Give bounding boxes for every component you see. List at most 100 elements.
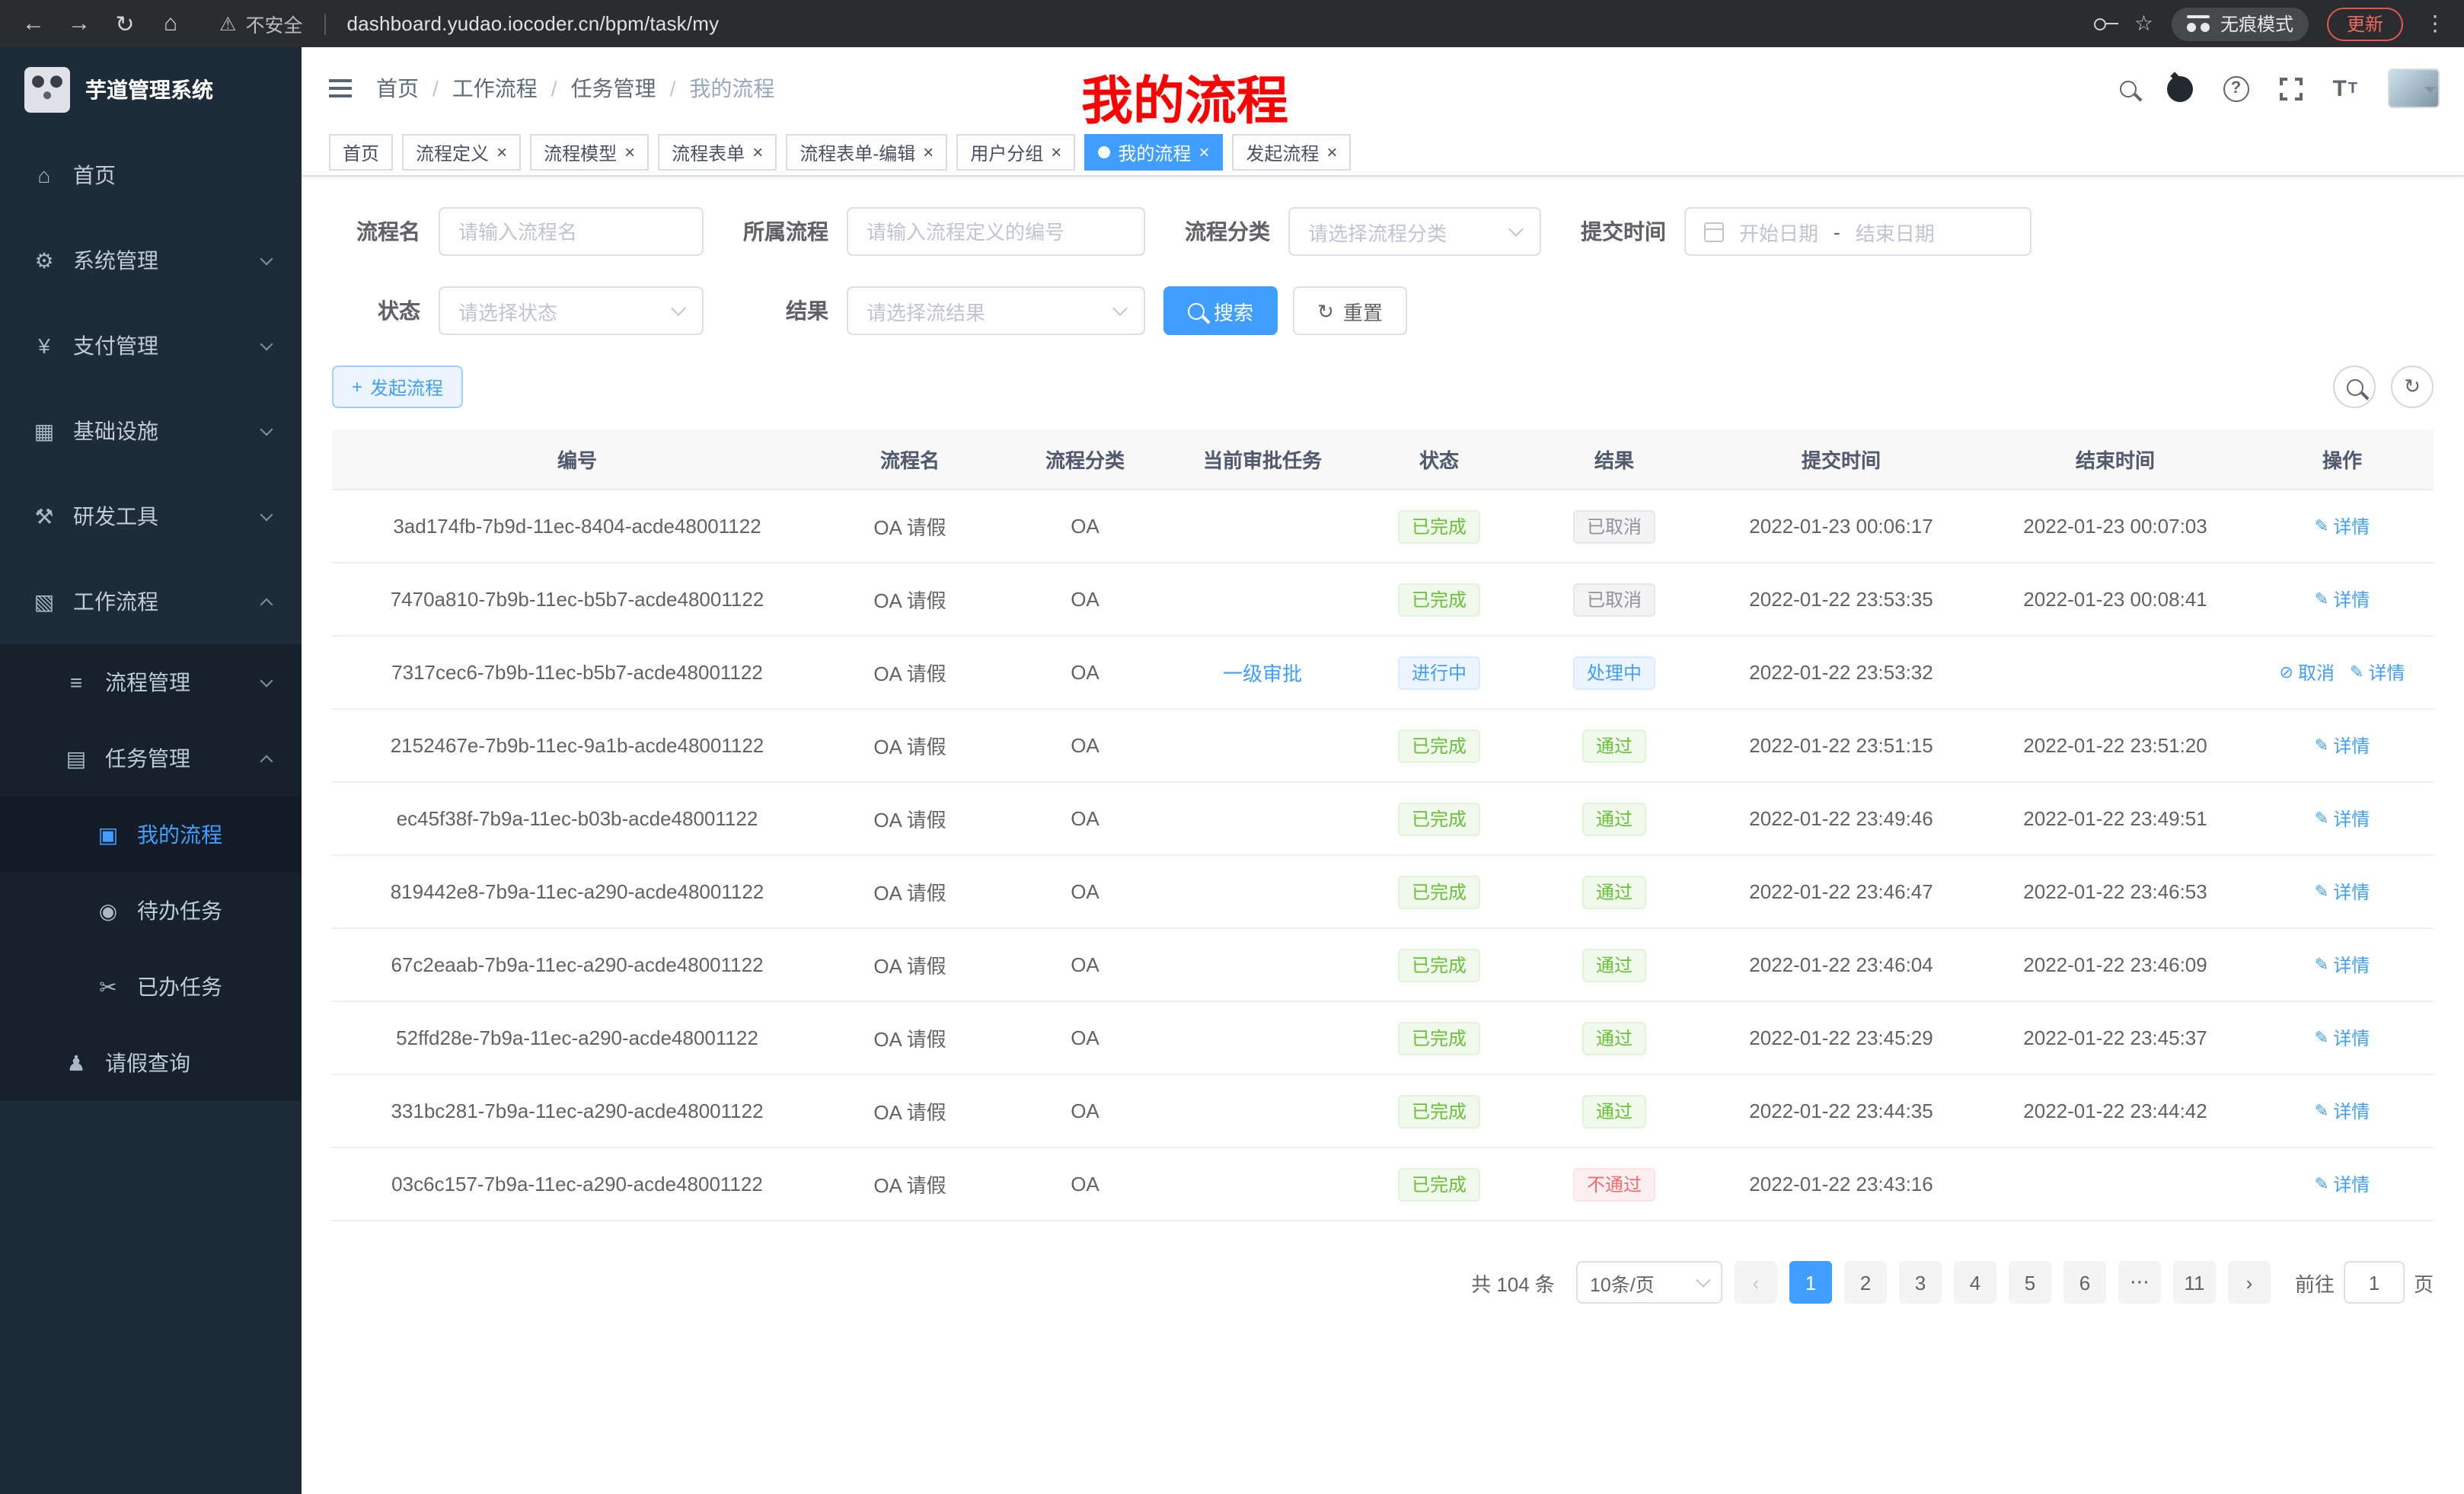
- page-button-6[interactable]: 6: [2063, 1261, 2106, 1304]
- github-icon[interactable]: [2166, 75, 2192, 101]
- search-icon[interactable]: [2119, 80, 2136, 97]
- tab-start-process[interactable]: 发起流程 ×: [1232, 134, 1351, 171]
- status-select[interactable]: 请选择状态: [439, 286, 704, 335]
- reload-icon[interactable]: ↻: [107, 5, 143, 42]
- detail-link[interactable]: ✎详情: [2315, 733, 2370, 758]
- breadcrumb-home[interactable]: 首页: [376, 73, 419, 104]
- sidebar-item-leave-query[interactable]: ♟ 请假查询: [0, 1025, 302, 1101]
- date-range-picker[interactable]: 开始日期 - 结束日期: [1684, 207, 2032, 256]
- goto-label: 前往: [2295, 1268, 2335, 1297]
- close-icon[interactable]: ×: [1198, 143, 1209, 161]
- end-time: 2022-01-22 23:46:53: [1980, 880, 2251, 903]
- edit-icon: ✎: [2315, 736, 2328, 755]
- address-bar[interactable]: dashboard.yudao.iocoder.cn/bpm/task/my: [346, 12, 719, 35]
- goto-page-input[interactable]: [2344, 1261, 2405, 1304]
- breadcrumb-workflow[interactable]: 工作流程: [452, 73, 538, 104]
- result-select[interactable]: 请选择流结果: [847, 286, 1145, 335]
- sidebar-item-task-mgmt[interactable]: ▤ 任务管理: [0, 720, 302, 796]
- home-icon[interactable]: ⌂: [152, 5, 189, 42]
- sidebar-item-payment[interactable]: ¥ 支付管理: [0, 303, 302, 388]
- filter-row-1: 流程名 所属流程 流程分类 请选择流程分类 提交时间 开始日期 - 结束日期: [332, 207, 2434, 256]
- edit-icon: ✎: [2315, 1174, 2328, 1194]
- close-icon[interactable]: ×: [496, 143, 507, 161]
- page-button-4[interactable]: 4: [1954, 1261, 1996, 1304]
- next-page-button[interactable]: ›: [2228, 1261, 2271, 1304]
- browser-menu-icon[interactable]: ⋮: [2421, 11, 2449, 37]
- detail-link[interactable]: ✎详情: [2315, 513, 2370, 539]
- current-task-link[interactable]: 一级审批: [1173, 658, 1352, 687]
- sidebar-item-system[interactable]: ⚙ 系统管理: [0, 218, 302, 303]
- process-id: 3ad174fb-7b9d-11ec-8404-acde48001122: [332, 515, 822, 538]
- refresh-icon[interactable]: ↻: [2391, 366, 2434, 408]
- chat-icon: ▣: [96, 822, 120, 848]
- sidebar-item-home[interactable]: ⌂ 首页: [0, 132, 302, 218]
- hamburger-icon[interactable]: [329, 75, 352, 102]
- close-icon[interactable]: ×: [624, 143, 635, 161]
- help-icon[interactable]: ?: [2223, 75, 2249, 101]
- fontsize-icon[interactable]: TT: [2332, 75, 2357, 101]
- close-icon[interactable]: ×: [752, 143, 763, 161]
- detail-link[interactable]: ✎详情: [2315, 1098, 2370, 1124]
- sidebar-item-devtools[interactable]: ⚒ 研发工具: [0, 474, 302, 559]
- sidebar-item-infra[interactable]: ▦ 基础设施: [0, 388, 302, 474]
- divider: [324, 13, 325, 34]
- page-button-2[interactable]: 2: [1844, 1261, 1887, 1304]
- eye-icon: ◉: [96, 898, 120, 924]
- detail-link[interactable]: ✎详情: [2315, 1171, 2370, 1197]
- tab-process-form-edit[interactable]: 流程表单-编辑 ×: [786, 134, 947, 171]
- page-size-select[interactable]: 10条/页: [1576, 1261, 1722, 1304]
- detail-link[interactable]: ✎详情: [2350, 659, 2405, 685]
- avatar[interactable]: [2388, 69, 2437, 108]
- status-badge: 已完成: [1398, 1167, 1480, 1201]
- bookmark-star-icon[interactable]: ☆: [2134, 11, 2153, 37]
- tab-user-group[interactable]: 用户分组 ×: [956, 134, 1075, 171]
- cancel-link[interactable]: ⊘取消: [2280, 659, 2335, 685]
- sidebar-item-workflow[interactable]: ▧ 工作流程: [0, 559, 302, 644]
- table-row: 7317cec6-7b9b-11ec-b5b7-acde48001122 OA …: [332, 637, 2434, 710]
- detail-link[interactable]: ✎详情: [2315, 586, 2370, 612]
- forward-icon[interactable]: →: [61, 5, 97, 42]
- chevron-down-icon: [1112, 301, 1128, 316]
- prev-page-button[interactable]: ‹: [1735, 1261, 1777, 1304]
- breadcrumb-task-mgmt[interactable]: 任务管理: [571, 73, 656, 104]
- tab-process-definition[interactable]: 流程定义 ×: [402, 134, 521, 171]
- detail-link[interactable]: ✎详情: [2315, 806, 2370, 832]
- page-button-1[interactable]: 1: [1789, 1261, 1832, 1304]
- security-indicator[interactable]: ⚠ 不安全: [219, 9, 302, 38]
- close-icon[interactable]: ×: [923, 143, 934, 161]
- create-process-button[interactable]: + 发起流程: [332, 366, 463, 408]
- end-time: 2022-01-23 00:08:41: [1980, 588, 2251, 611]
- tab-process-form[interactable]: 流程表单 ×: [658, 134, 777, 171]
- sidebar-item-my-process[interactable]: ▣ 我的流程: [0, 796, 302, 873]
- reset-button[interactable]: ↻ 重置: [1293, 286, 1407, 335]
- page-button-3[interactable]: 3: [1899, 1261, 1942, 1304]
- category-select[interactable]: 请选择流程分类: [1288, 207, 1541, 256]
- password-key-icon[interactable]: [2095, 18, 2107, 30]
- search-toggle-icon[interactable]: [2333, 366, 2376, 408]
- table-row: 03c6c157-7b9a-11ec-a290-acde48001122 OA …: [332, 1148, 2434, 1221]
- sidebar-item-process-mgmt[interactable]: ≡ 流程管理: [0, 644, 302, 720]
- process-id-input[interactable]: [847, 207, 1145, 256]
- submit-time-label: 提交时间: [1578, 216, 1666, 247]
- process-id: 7470a810-7b9b-11ec-b5b7-acde48001122: [332, 588, 822, 611]
- search-button[interactable]: 搜索: [1163, 286, 1278, 335]
- close-icon[interactable]: ×: [1051, 143, 1061, 161]
- fullscreen-icon[interactable]: [2279, 77, 2302, 100]
- page: ← → ↻ ⌂ ⚠ 不安全 dashboard.yudao.iocoder.cn…: [0, 0, 2464, 1494]
- detail-link[interactable]: ✎详情: [2315, 879, 2370, 905]
- sidebar-item-done-tasks[interactable]: ✂ 已办任务: [0, 949, 302, 1025]
- sidebar-item-todo-tasks[interactable]: ◉ 待办任务: [0, 873, 302, 949]
- tab-process-model[interactable]: 流程模型 ×: [530, 134, 649, 171]
- process-name-input[interactable]: [439, 207, 704, 256]
- tab-my-process[interactable]: 我的流程 ×: [1084, 134, 1223, 171]
- detail-link[interactable]: ✎详情: [2315, 1025, 2370, 1051]
- process-name: OA 请假: [822, 804, 997, 833]
- tab-home[interactable]: 首页: [329, 134, 393, 171]
- page-button-11[interactable]: 11: [2173, 1261, 2216, 1304]
- page-button-5[interactable]: 5: [2009, 1261, 2051, 1304]
- detail-link[interactable]: ✎详情: [2315, 952, 2370, 978]
- more-pages-button[interactable]: ⋯: [2118, 1261, 2161, 1304]
- close-icon[interactable]: ×: [1326, 143, 1337, 161]
- update-button[interactable]: 更新: [2327, 7, 2403, 40]
- back-icon[interactable]: ←: [15, 5, 52, 42]
